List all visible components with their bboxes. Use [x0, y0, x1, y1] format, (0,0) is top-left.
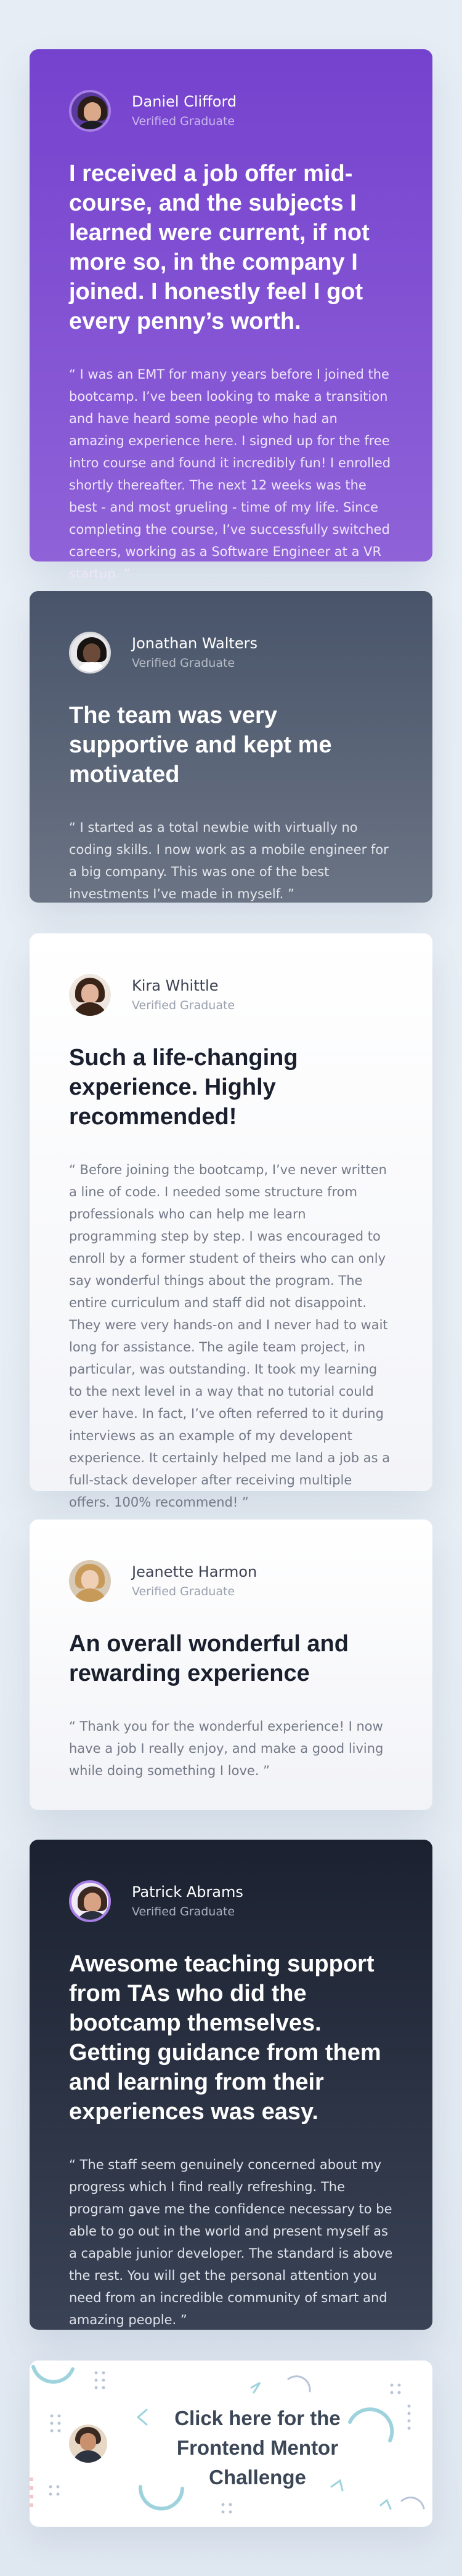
testimonial-card: Daniel Clifford Verified Graduate I rece…: [30, 49, 432, 581]
author-role: Verified Graduate: [132, 115, 235, 128]
testimonial-headline: The team was very supportive and kept me…: [69, 702, 332, 787]
testimonial-quote: “ Before joining the bootcamp, I’ve neve…: [69, 1162, 391, 1510]
avatar: [69, 90, 111, 132]
testimonial-headline: Awesome teaching support from TAs who di…: [69, 1951, 381, 2125]
author-row: Daniel Clifford Verified Graduate: [69, 90, 393, 132]
avatar: [69, 1560, 111, 1602]
avatar: [69, 2425, 107, 2463]
author-role: Verified Graduate: [132, 656, 235, 670]
testimonials-page: Daniel Clifford Verified Graduate I rece…: [0, 0, 462, 2576]
testimonial-card: Jeanette Harmon Verified Graduate An ove…: [30, 1519, 432, 1810]
testimonial-card: Patrick Abrams Verified Graduate Awesome…: [30, 1840, 432, 2330]
testimonial-headline: An overall wonderful and rewarding exper…: [69, 1631, 349, 1686]
author-row: Kira Whittle Verified Graduate: [69, 974, 393, 1016]
avatar: [69, 632, 111, 674]
testimonial-headline: Such a life-changing experience. Highly …: [69, 1045, 298, 1130]
testimonial-quote: “ I was an EMT for many years before I j…: [69, 367, 391, 581]
avatar: [69, 1880, 111, 1922]
author-name: Kira Whittle: [132, 977, 219, 994]
testimonial-quote: “ Thank you for the wonderful experience…: [69, 1719, 384, 1778]
author-row: Patrick Abrams Verified Graduate: [69, 1880, 393, 1922]
author-role: Verified Graduate: [132, 1905, 235, 1918]
testimonial-quote: “ I started as a total newbie with virtu…: [69, 820, 389, 901]
author-name: Daniel Clifford: [132, 93, 237, 110]
challenge-link[interactable]: Click here for the Frontend Mentor Chall…: [165, 2404, 350, 2492]
author-name: Jonathan Walters: [132, 635, 257, 652]
attribution-card: Click here for the Frontend Mentor Chall…: [30, 2361, 432, 2527]
author-role: Verified Graduate: [132, 999, 235, 1012]
testimonial-headline: I received a job offer mid-course, and t…: [69, 161, 370, 334]
author-row: Jeanette Harmon Verified Graduate: [69, 1560, 393, 1602]
author-name: Patrick Abrams: [132, 1883, 243, 1901]
author-name: Jeanette Harmon: [132, 1563, 257, 1580]
testimonial-card: Kira Whittle Verified Graduate Such a li…: [30, 933, 432, 1510]
author-row: Jonathan Walters Verified Graduate: [69, 632, 393, 674]
testimonial-card: Jonathan Walters Verified Graduate The t…: [30, 591, 432, 903]
avatar: [69, 974, 111, 1016]
testimonial-quote: “ The staff seem genuinely concerned abo…: [69, 2157, 393, 2327]
author-role: Verified Graduate: [132, 1585, 235, 1598]
